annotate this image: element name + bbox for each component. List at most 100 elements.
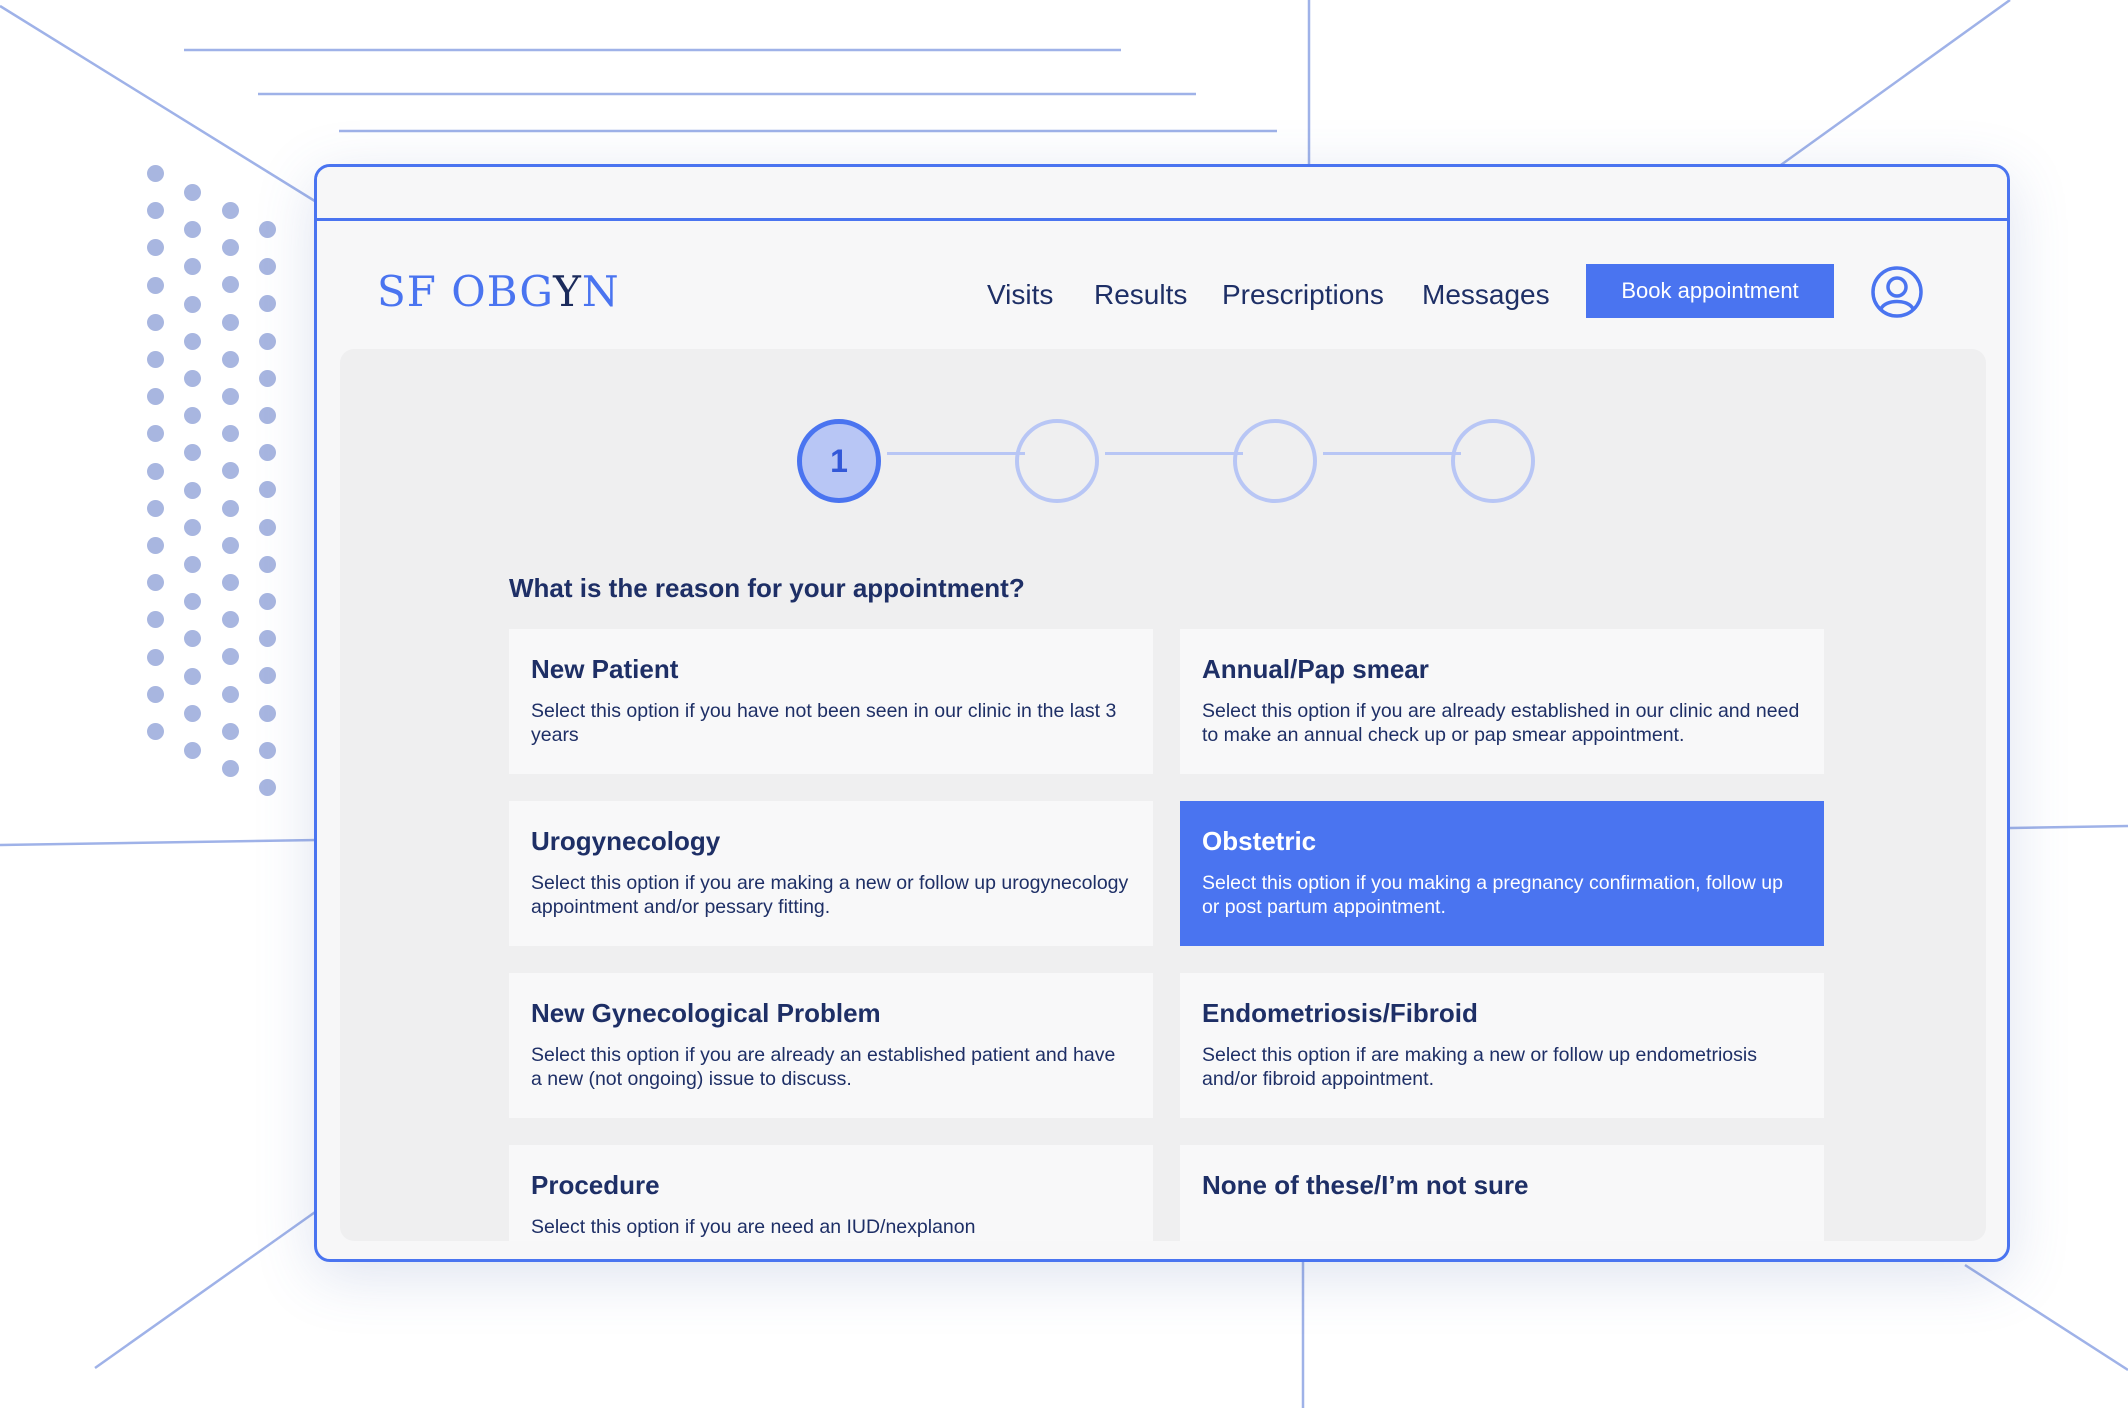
- decorative-dot: [184, 407, 201, 425]
- decorative-dot: [184, 295, 201, 313]
- decorative-dot: [222, 499, 239, 517]
- step-2: [1015, 419, 1099, 503]
- decorative-dot: [147, 351, 164, 368]
- option-title: Obstetric: [1202, 826, 1317, 856]
- decorative-dot: [259, 704, 276, 722]
- logo-y: Y: [553, 267, 582, 316]
- step-connector: [887, 452, 1025, 455]
- book-appointment-button[interactable]: Book appointment: [1586, 264, 1834, 318]
- option-card-annual-pap[interactable]: Annual/Pap smear Select this option if y…: [1180, 629, 1824, 774]
- step-connector: [1323, 452, 1461, 455]
- decorative-dot: [259, 779, 276, 796]
- nav-link-visits[interactable]: Visits: [987, 279, 1053, 311]
- decorative-dot: [147, 462, 164, 480]
- decorative-dot: [222, 313, 239, 331]
- option-description: Select this option if you making a pregn…: [1202, 872, 1783, 918]
- window-titlebar: [317, 167, 2007, 221]
- option-card-new-patient[interactable]: New Patient Select this option if you ha…: [509, 629, 1153, 774]
- decorative-dot: [147, 611, 164, 629]
- decorative-dot: [184, 593, 201, 611]
- logo-suffix: N: [581, 267, 620, 316]
- decorative-dot: [222, 611, 239, 629]
- decorative-dot: [222, 276, 239, 294]
- option-description: Select this option if are making a new o…: [1202, 1044, 1757, 1090]
- decorative-dot: [147, 165, 164, 182]
- decorative-dot: [184, 221, 201, 239]
- option-card-procedure[interactable]: Procedure Select this option if you are …: [509, 1145, 1153, 1241]
- option-description: Select this option if you are already es…: [1202, 700, 1800, 746]
- decorative-dot: [147, 425, 164, 443]
- app-window: SF OBGYN Visits Results Prescriptions Me…: [314, 164, 2010, 1262]
- decorative-dot: [259, 593, 276, 610]
- option-title: Annual/Pap smear: [1202, 654, 1429, 684]
- option-card-none-not-sure[interactable]: None of these/I’m not sure: [1180, 1145, 1824, 1241]
- brand-logo[interactable]: SF OBGYN: [377, 267, 620, 316]
- decorative-dot: [184, 481, 201, 499]
- option-title: Procedure: [531, 1170, 660, 1200]
- decorative-dot: [147, 648, 164, 666]
- content-panel: 1 What is the reason for your appointmen…: [340, 349, 1986, 1241]
- decorative-dot: [259, 518, 276, 536]
- option-description: Select this option if you are need an IU…: [531, 1216, 976, 1238]
- decorative-dot: [222, 574, 239, 591]
- decorative-dot: [147, 239, 164, 257]
- decorative-dot: [184, 556, 201, 573]
- decorative-dot: [222, 536, 239, 554]
- step-3: [1233, 419, 1317, 503]
- decorative-dot: [147, 574, 164, 592]
- decorative-dot: [184, 704, 201, 722]
- decorative-dot: [222, 760, 239, 777]
- option-card-endometriosis-fibroid[interactable]: Endometriosis/Fibroid Select this option…: [1180, 973, 1824, 1118]
- decorative-dot: [222, 648, 239, 666]
- option-description: Select this option if you are already an…: [531, 1044, 1116, 1090]
- decorative-dot: [222, 239, 239, 257]
- decorative-dot: [184, 630, 201, 648]
- decorative-dot: [222, 388, 239, 405]
- decorative-dot: [222, 350, 239, 368]
- decorative-dot: [259, 481, 276, 499]
- option-card-urogynecology[interactable]: Urogynecology Select this option if you …: [509, 801, 1153, 946]
- decorative-dot: [147, 276, 164, 294]
- option-card-obstetric[interactable]: Obstetric Select this option if you maki…: [1180, 801, 1824, 946]
- option-title: New Patient: [531, 654, 679, 684]
- decorative-dot: [184, 742, 201, 759]
- question-heading: What is the reason for your appointment?: [509, 573, 1025, 603]
- option-description: Select this option if you are making a n…: [531, 872, 1129, 918]
- nav-link-messages[interactable]: Messages: [1422, 279, 1550, 311]
- decorative-dot: [147, 537, 164, 554]
- decorative-dot: [259, 407, 276, 424]
- decorative-dot: [222, 202, 239, 219]
- step-1: 1: [797, 419, 881, 503]
- decorative-dot: [222, 685, 239, 703]
- decorative-dot: [147, 723, 164, 740]
- decorative-dot: [222, 425, 239, 443]
- decorative-dot: [259, 444, 276, 462]
- decorative-dot: [147, 499, 164, 517]
- decorative-dot: [222, 722, 239, 740]
- decorative-dot: [222, 462, 239, 480]
- decorative-dot: [184, 332, 201, 350]
- decorative-dot: [259, 741, 276, 759]
- decorative-dot: [147, 685, 164, 703]
- nav-link-results[interactable]: Results: [1094, 279, 1187, 311]
- decorative-dot: [259, 295, 276, 313]
- decorative-dot: [184, 258, 201, 276]
- option-title: None of these/I’m not sure: [1202, 1170, 1529, 1200]
- decorative-dot: [147, 313, 164, 331]
- decorative-dot: [147, 388, 164, 406]
- decorative-dot: [259, 369, 276, 387]
- progress-stepper: 1: [340, 349, 1986, 509]
- user-circle-icon[interactable]: [1870, 265, 1924, 319]
- option-card-new-gyn-problem[interactable]: New Gynecological Problem Select this op…: [509, 973, 1153, 1118]
- decorative-dot: [184, 444, 201, 462]
- decorative-dot: [259, 221, 276, 238]
- logo-prefix: SF OBG: [377, 267, 554, 316]
- nav-link-prescriptions[interactable]: Prescriptions: [1222, 279, 1384, 311]
- option-title: Urogynecology: [531, 826, 721, 856]
- decorative-dot: [259, 667, 276, 685]
- decorative-dot: [184, 518, 201, 536]
- top-navigation: SF OBGYN Visits Results Prescriptions Me…: [317, 221, 2007, 351]
- option-title: Endometriosis/Fibroid: [1202, 998, 1478, 1028]
- option-title: New Gynecological Problem: [531, 998, 881, 1028]
- decorative-dot: [184, 370, 201, 387]
